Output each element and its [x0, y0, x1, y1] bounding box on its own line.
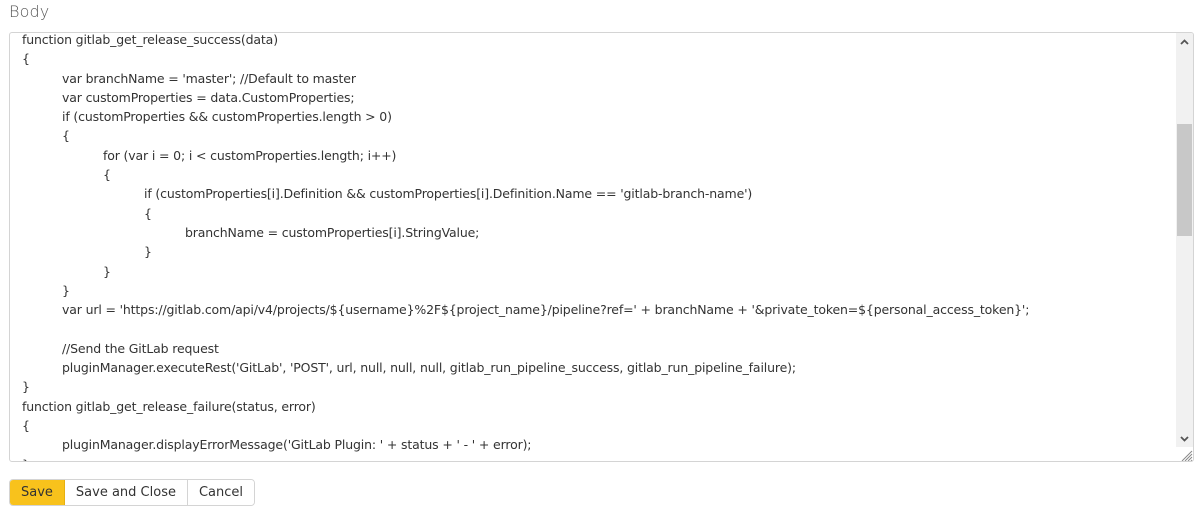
code-line: if (customProperties[i].Definition && cu… [144, 186, 753, 202]
vertical-scrollbar[interactable] [1176, 33, 1193, 447]
resize-grip-icon [1181, 450, 1193, 461]
code-line: function gitlab_get_release_failure(stat… [22, 398, 316, 414]
code-line: //Send the GitLab request [62, 340, 219, 356]
code-line: } [22, 379, 30, 395]
scroll-down-button[interactable] [1176, 430, 1193, 447]
code-line: } [144, 244, 152, 260]
resize-handle[interactable] [1179, 447, 1193, 461]
save-button[interactable]: Save [10, 480, 65, 505]
code-line: var url = 'https://gitlab.com/api/v4/pro… [62, 302, 1030, 318]
code-line: var branchName = 'master'; //Default to … [62, 70, 356, 86]
form-action-buttons: Save Save and Close Cancel [9, 479, 256, 506]
code-line: } [22, 455, 1169, 461]
code-line: pluginManager.executeRest('GitLab', 'POS… [62, 360, 796, 376]
body-field-label: Body [9, 2, 50, 21]
scroll-up-button[interactable] [1176, 33, 1193, 50]
code-line: } [62, 282, 70, 298]
chevron-down-icon [1180, 435, 1189, 442]
code-line: { [22, 51, 30, 67]
code-line: for (var i = 0; i < customProperties.len… [103, 147, 397, 163]
code-line: { [22, 417, 30, 433]
code-line: function gitlab_get_release_success(data… [22, 32, 278, 47]
save-and-close-button[interactable]: Save and Close [64, 480, 188, 505]
code-line: { [62, 128, 70, 144]
code-line: } [103, 263, 111, 279]
chevron-up-icon [1180, 38, 1189, 45]
code-line: branchName = customProperties[i].StringV… [185, 224, 480, 240]
code-line: pluginManager.displayErrorMessage('GitLa… [62, 437, 532, 453]
code-content[interactable]: function gitlab_get_release_success(data… [22, 32, 1169, 461]
code-line: if (customProperties && customProperties… [62, 109, 392, 125]
code-line: { [144, 205, 152, 221]
scroll-thumb[interactable] [1177, 124, 1192, 236]
cancel-button[interactable]: Cancel [187, 480, 255, 505]
code-line: var customProperties = data.CustomProper… [62, 89, 355, 105]
body-code-editor[interactable]: function gitlab_get_release_success(data… [9, 32, 1194, 462]
code-line: { [103, 167, 111, 183]
